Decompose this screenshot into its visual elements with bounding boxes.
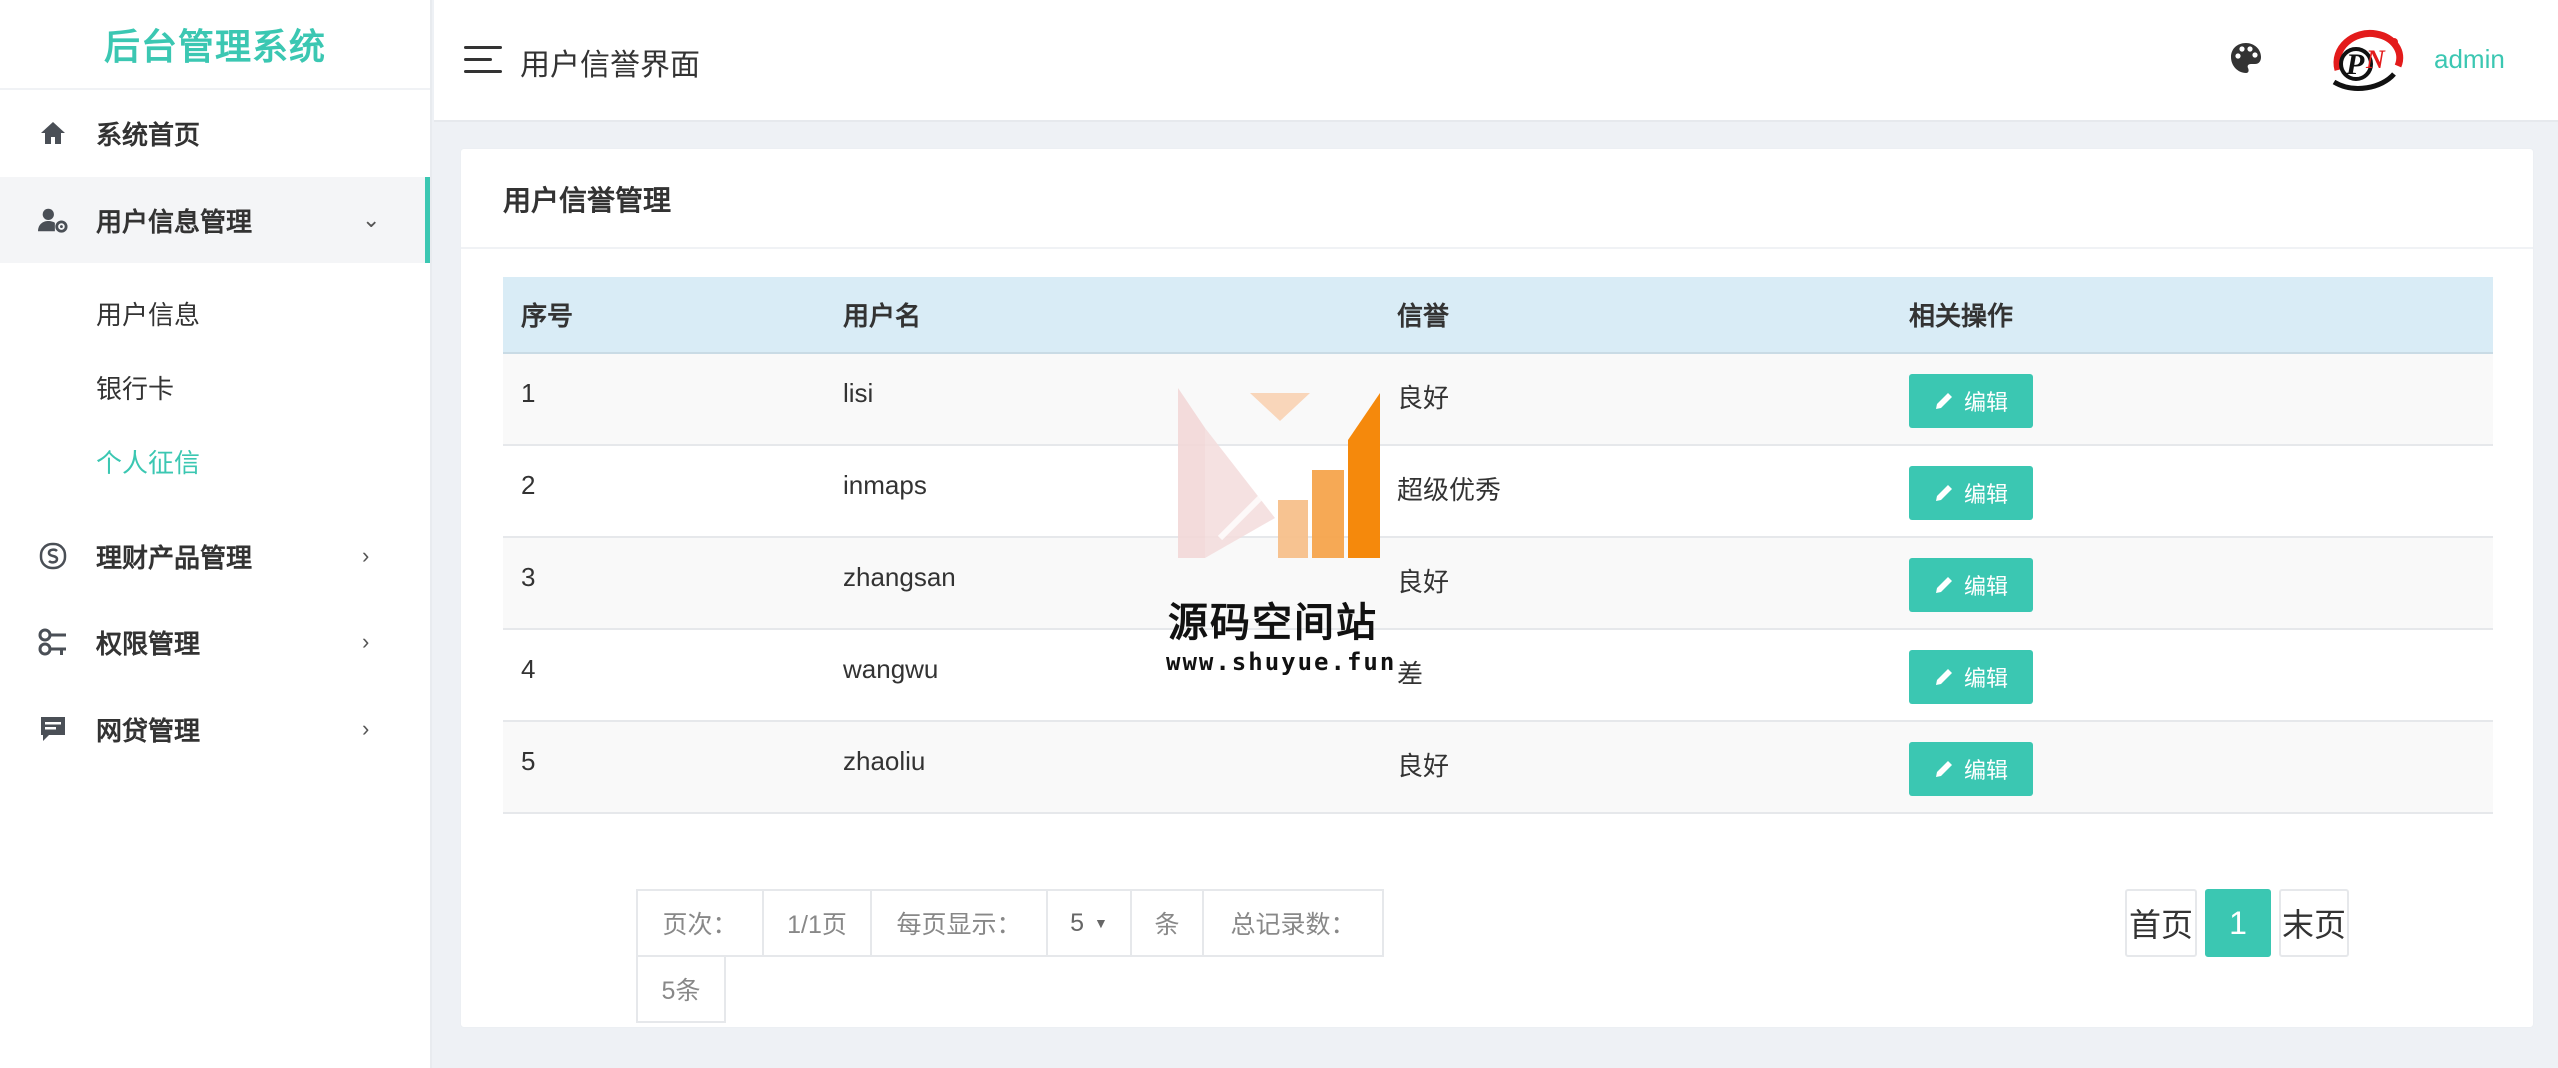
message-icon (38, 714, 68, 744)
cell-credit: 良好 (1379, 721, 1891, 814)
cell-no: 5 (503, 721, 825, 814)
key-icon (38, 627, 68, 657)
edit-button[interactable]: 编辑 (1909, 650, 2033, 704)
sidebar-subitem-user-info[interactable]: 用户信息 (96, 293, 200, 333)
menu-toggle-icon[interactable] (464, 46, 502, 74)
table-row: 5 zhaoliu 良好 编辑 (503, 721, 2493, 814)
pencil-icon (1935, 485, 1952, 501)
user-gear-icon (38, 205, 68, 235)
svg-text:N: N (2365, 45, 2386, 74)
cell-username: zhaoliu (825, 721, 1379, 814)
cell-credit: 超级优秀 (1379, 445, 1891, 538)
table-row: 4 wangwu 差 编辑 (503, 629, 2493, 722)
sidebar: 后台管理系统 系统首页 用户信息管理 ⌄ 用户信息 银行卡 个人征信 理财产品管… (0, 0, 432, 1068)
table-row: 1 lisi 良好 编辑 (503, 353, 2493, 446)
cell-credit: 差 (1379, 629, 1891, 722)
page-info-label: 页次： (636, 889, 764, 957)
sidebar-subitem-bank-card[interactable]: 银行卡 (96, 367, 174, 407)
table-header-row: 序号 用户名 信誉 相关操作 (503, 277, 2493, 354)
per-page-label: 每页显示： (870, 889, 1048, 957)
watermark-name: 源码空间站 (1168, 601, 1378, 645)
divider (461, 247, 2533, 249)
sidebar-item-label: 权限管理 (96, 628, 201, 659)
sidebar-item-label: 网贷管理 (96, 715, 201, 746)
card-title: 用户信誉管理 (503, 185, 672, 216)
first-page-button[interactable]: 首页 (2125, 889, 2197, 957)
svg-text:P: P (2345, 48, 2365, 81)
column-header-actions: 相关操作 (1891, 277, 2493, 354)
pencil-icon (1935, 393, 1952, 409)
sidebar-item-permissions[interactable]: 权限管理 › (0, 599, 430, 685)
sidebar-item-home[interactable]: 系统首页 (0, 90, 430, 176)
chevron-down-icon: ⌄ (362, 207, 381, 232)
edit-button-label: 编辑 (1963, 574, 2008, 599)
home-icon (38, 118, 68, 148)
page-info-value: 1/1页 (762, 889, 872, 957)
total-records-value: 5条 (636, 955, 726, 1023)
sidebar-item-user-info-management[interactable]: 用户信息管理 ⌄ (0, 177, 430, 263)
cell-no: 3 (503, 537, 825, 630)
per-page-select[interactable]: 5 ▼ (1046, 889, 1132, 957)
credit-table: 序号 用户名 信誉 相关操作 1 lisi 良好 编辑 2 inmaps 超级优… (503, 277, 2493, 814)
cell-credit: 良好 (1379, 353, 1891, 446)
table-row: 3 zhangsan 良好 编辑 (503, 537, 2493, 630)
cell-no: 1 (503, 353, 825, 446)
column-header-no: 序号 (503, 277, 825, 354)
column-header-credit: 信誉 (1379, 277, 1891, 354)
edit-button[interactable]: 编辑 (1909, 374, 2033, 428)
edit-button-label: 编辑 (1963, 666, 2008, 691)
per-page-unit: 条 (1130, 889, 1204, 957)
edit-button-label: 编辑 (1963, 482, 2008, 507)
edit-button[interactable]: 编辑 (1909, 742, 2033, 796)
finance-icon (38, 541, 68, 571)
edit-button[interactable]: 编辑 (1909, 558, 2033, 612)
current-page-button[interactable]: 1 (2205, 889, 2271, 957)
per-page-value: 5 (1070, 908, 1085, 937)
cell-actions: 编辑 (1891, 445, 2493, 538)
caret-down-icon: ▼ (1094, 915, 1108, 931)
chevron-right-icon: › (362, 716, 370, 741)
sidebar-item-finance-products[interactable]: 理财产品管理 › (0, 513, 430, 599)
edit-button-label: 编辑 (1963, 758, 2008, 783)
last-page-button[interactable]: 末页 (2279, 889, 2349, 957)
sidebar-item-label: 理财产品管理 (96, 542, 253, 573)
palette-icon[interactable] (2228, 40, 2264, 76)
cell-actions: 编辑 (1891, 353, 2493, 446)
pencil-icon (1935, 577, 1952, 593)
brand-title: 后台管理系统 (0, 0, 430, 90)
chevron-right-icon: › (362, 543, 370, 568)
cell-actions: 编辑 (1891, 537, 2493, 630)
sidebar-subitem-personal-credit[interactable]: 个人征信 (96, 441, 200, 481)
edit-button-label: 编辑 (1963, 390, 2008, 415)
user-name-link[interactable]: admin (2434, 44, 2505, 75)
sidebar-item-label: 用户信息管理 (96, 206, 253, 237)
credit-management-card: 用户信誉管理 序号 用户名 信誉 相关操作 1 lisi 良好 编辑 2 inm… (460, 148, 2534, 1028)
cell-no: 2 (503, 445, 825, 538)
table-row: 2 inmaps 超级优秀 编辑 (503, 445, 2493, 538)
pencil-icon (1935, 761, 1952, 777)
edit-button[interactable]: 编辑 (1909, 466, 2033, 520)
top-header: 用户信誉界面 P N admin (434, 0, 2558, 122)
pencil-icon (1935, 669, 1952, 685)
column-header-username: 用户名 (825, 277, 1379, 354)
cell-actions: 编辑 (1891, 629, 2493, 722)
cell-no: 4 (503, 629, 825, 722)
sidebar-item-online-loan[interactable]: 网贷管理 › (0, 686, 430, 772)
chevron-right-icon: › (362, 629, 370, 654)
page-title: 用户信誉界面 (520, 49, 700, 82)
total-records-label: 总记录数： (1202, 889, 1384, 957)
watermark-url: www.shuyue.fun (1166, 648, 1397, 676)
cell-actions: 编辑 (1891, 721, 2493, 814)
sidebar-item-label: 系统首页 (96, 119, 201, 150)
cell-credit: 良好 (1379, 537, 1891, 630)
avatar[interactable]: P N (2324, 24, 2408, 100)
